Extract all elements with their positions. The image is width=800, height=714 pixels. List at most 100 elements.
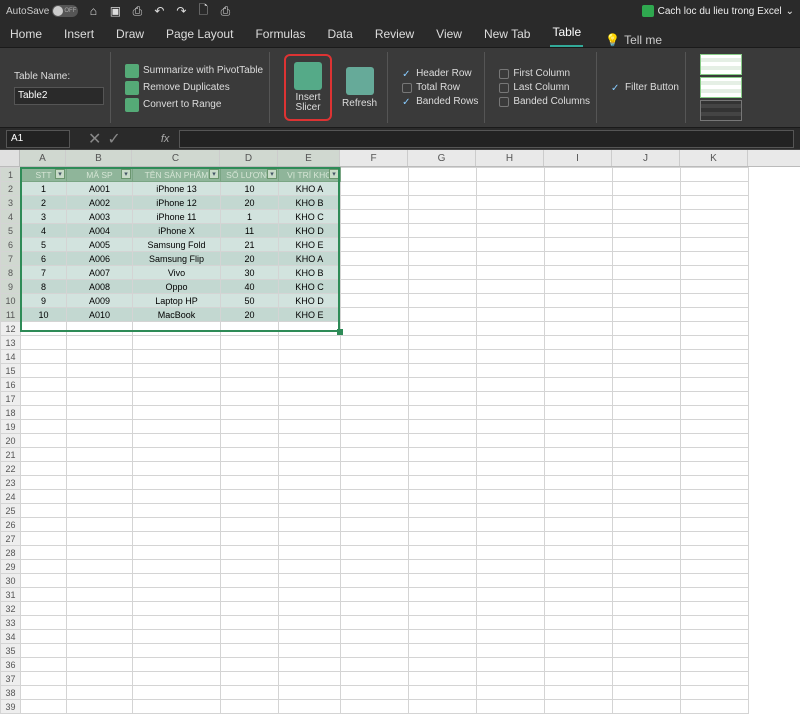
cell[interactable] [133, 574, 221, 588]
cell[interactable] [613, 560, 681, 574]
cell[interactable] [221, 644, 279, 658]
cell[interactable] [341, 168, 409, 182]
cell[interactable] [681, 182, 749, 196]
cell[interactable] [613, 532, 681, 546]
cell[interactable] [341, 294, 409, 308]
cell[interactable] [409, 434, 477, 448]
cell[interactable] [279, 644, 341, 658]
cell[interactable] [409, 672, 477, 686]
cell[interactable] [477, 700, 545, 714]
cell[interactable] [279, 434, 341, 448]
table-cell[interactable]: 10 [21, 308, 67, 322]
cell[interactable] [545, 294, 613, 308]
cell[interactable] [545, 378, 613, 392]
cell[interactable] [279, 336, 341, 350]
cell[interactable] [613, 210, 681, 224]
cell-grid[interactable]: 1STT▾MÃ SP▾TÊN SẢN PHẨM▾SỐ LƯỢNG▾VỊ TRÍ … [0, 167, 749, 714]
row-header[interactable]: 8 [1, 266, 21, 280]
cell[interactable] [681, 518, 749, 532]
cell[interactable] [613, 672, 681, 686]
table-cell[interactable]: A010 [67, 308, 133, 322]
cell[interactable] [21, 462, 67, 476]
cell[interactable] [279, 672, 341, 686]
cell[interactable] [133, 546, 221, 560]
table-cell[interactable]: 10 [221, 182, 279, 196]
cell[interactable] [67, 546, 133, 560]
cell[interactable] [477, 616, 545, 630]
cell[interactable] [613, 420, 681, 434]
cell[interactable] [341, 504, 409, 518]
cell[interactable] [477, 630, 545, 644]
cell[interactable] [477, 280, 545, 294]
cell[interactable] [133, 588, 221, 602]
cell[interactable] [477, 308, 545, 322]
cell[interactable] [341, 266, 409, 280]
cell[interactable] [133, 392, 221, 406]
cell[interactable] [67, 644, 133, 658]
cell[interactable] [409, 490, 477, 504]
cell[interactable] [409, 224, 477, 238]
row-header[interactable]: 15 [1, 364, 21, 378]
cell[interactable] [545, 336, 613, 350]
cell[interactable] [221, 364, 279, 378]
table-cell[interactable]: iPhone 11 [133, 210, 221, 224]
cell[interactable] [613, 546, 681, 560]
cell[interactable] [545, 448, 613, 462]
cell[interactable] [21, 546, 67, 560]
cell[interactable] [477, 504, 545, 518]
table-style-thumb[interactable] [700, 54, 742, 75]
cell[interactable] [681, 252, 749, 266]
cell[interactable] [477, 574, 545, 588]
cell[interactable] [67, 392, 133, 406]
cancel-icon[interactable]: ✕ [88, 129, 101, 149]
cell[interactable] [477, 490, 545, 504]
cell[interactable] [545, 574, 613, 588]
cell[interactable] [341, 686, 409, 700]
cell[interactable] [221, 518, 279, 532]
table-cell[interactable]: 11 [221, 224, 279, 238]
cell[interactable] [477, 406, 545, 420]
cell[interactable] [221, 406, 279, 420]
cell[interactable] [133, 686, 221, 700]
row-header[interactable]: 20 [1, 434, 21, 448]
cell[interactable] [409, 574, 477, 588]
cell[interactable] [545, 392, 613, 406]
cell[interactable] [21, 392, 67, 406]
table-cell[interactable]: 20 [221, 252, 279, 266]
cell[interactable] [545, 490, 613, 504]
cell[interactable] [279, 462, 341, 476]
cell[interactable] [21, 658, 67, 672]
cell[interactable] [681, 602, 749, 616]
cell[interactable] [409, 392, 477, 406]
cell[interactable] [409, 196, 477, 210]
tab-insert[interactable]: Insert [62, 23, 96, 47]
cell[interactable] [67, 574, 133, 588]
cell[interactable] [477, 350, 545, 364]
cell[interactable] [341, 574, 409, 588]
cell[interactable] [67, 588, 133, 602]
cell[interactable] [409, 630, 477, 644]
table-cell[interactable]: MacBook [133, 308, 221, 322]
row-header[interactable]: 4 [1, 210, 21, 224]
tab-home[interactable]: Home [8, 23, 44, 47]
cell[interactable] [67, 518, 133, 532]
row-header[interactable]: 21 [1, 448, 21, 462]
cell[interactable] [477, 168, 545, 182]
cell[interactable] [545, 644, 613, 658]
cell[interactable] [477, 224, 545, 238]
summarize-pivot-button[interactable]: Summarize with PivotTable [125, 64, 263, 78]
cell[interactable] [221, 490, 279, 504]
table-cell[interactable]: KHO C [279, 210, 341, 224]
tab-draw[interactable]: Draw [114, 23, 146, 47]
cell[interactable] [133, 490, 221, 504]
cell[interactable] [341, 336, 409, 350]
cell[interactable] [221, 672, 279, 686]
cell[interactable] [409, 168, 477, 182]
table-cell[interactable]: A007 [67, 266, 133, 280]
col-header-A[interactable]: A [20, 150, 66, 166]
cell[interactable] [681, 630, 749, 644]
fx-icon[interactable]: fx [161, 133, 170, 145]
cell[interactable] [21, 364, 67, 378]
cell[interactable] [279, 546, 341, 560]
cell[interactable] [409, 336, 477, 350]
